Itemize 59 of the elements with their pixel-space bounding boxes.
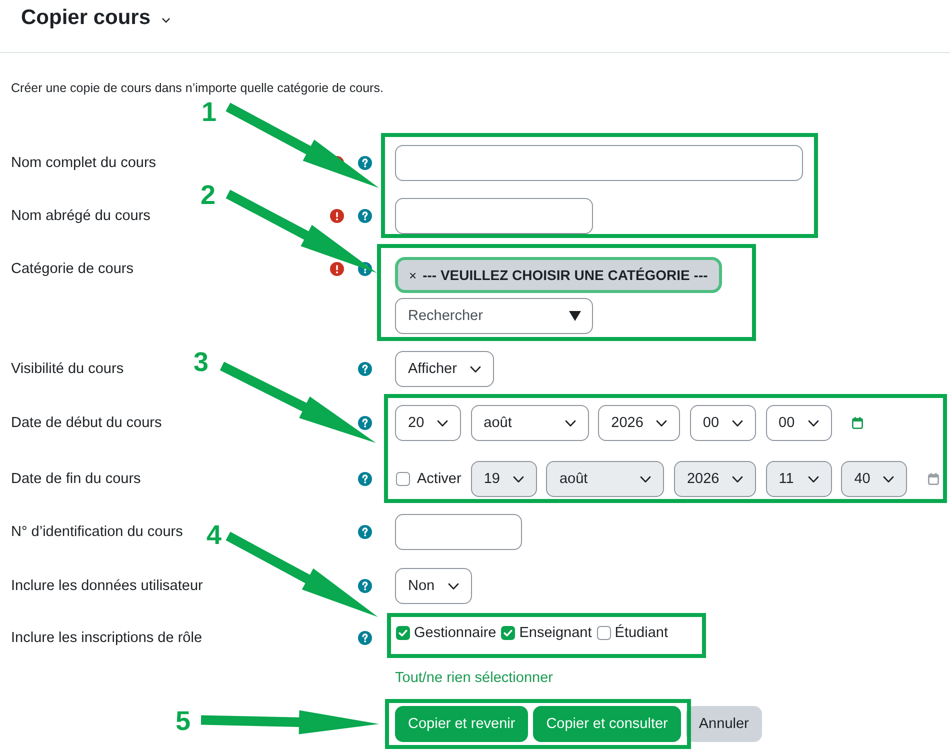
step-number: 5 <box>175 706 191 736</box>
dropdown[interactable]: août <box>470 405 589 441</box>
help-icon[interactable] <box>358 362 372 376</box>
cancel-button[interactable]: Annuler <box>686 706 762 742</box>
field-label: Date de fin du cours <box>11 470 141 489</box>
chevron-down-icon <box>732 476 744 482</box>
chevron-down-icon <box>732 420 744 426</box>
checkbox[interactable] <box>396 626 410 640</box>
step-number: 2 <box>200 180 216 210</box>
text-input[interactable] <box>395 198 593 234</box>
intro-text: Créer une copie de cours dans n’importe quelle catégorie de cours. <box>11 80 384 96</box>
dropdown[interactable]: 00 <box>766 405 832 441</box>
dropdown[interactable]: 2026 <box>598 405 680 441</box>
checkbox[interactable] <box>501 626 516 640</box>
search-field[interactable]: Rechercher <box>395 298 593 334</box>
caret-down-icon[interactable] <box>569 311 581 321</box>
step-number: 3 <box>193 347 209 377</box>
dropdown[interactable]: 00 <box>690 405 756 441</box>
text-input[interactable] <box>395 145 803 181</box>
chevron-down-icon <box>512 476 524 482</box>
help-icon[interactable] <box>358 631 372 645</box>
field-label: N° d’identification du cours <box>11 523 183 542</box>
checkbox-label: Étudiant <box>614 625 668 641</box>
chevron-down-icon <box>448 582 459 590</box>
field-label: Inclure les inscriptions de rôle <box>11 629 202 648</box>
chevron-down-icon <box>808 420 819 426</box>
chevron-down-icon[interactable] <box>162 18 170 23</box>
help-icon[interactable] <box>358 156 372 170</box>
step-number: 1 <box>201 97 217 127</box>
chevron-down-icon <box>883 476 894 482</box>
checkbox-label: Enseignant <box>519 625 592 641</box>
help-icon[interactable] <box>358 579 372 593</box>
field-label: Nom complet du cours <box>11 154 156 173</box>
checkbox[interactable] <box>596 626 611 640</box>
checkbox-label: Gestionnaire <box>414 625 496 641</box>
select-all-link[interactable]: Tout/ne rien sélectionner <box>395 668 553 688</box>
chevron-down-icon <box>656 420 668 426</box>
chevron-down-icon <box>808 476 819 482</box>
field-label: Catégorie de cours <box>11 260 134 279</box>
dropdown[interactable]: 20 <box>395 405 462 441</box>
checkbox-label: Activer <box>417 471 462 487</box>
text-input[interactable] <box>395 514 522 550</box>
dropdown[interactable]: Afficher <box>395 351 494 387</box>
dropdown[interactable]: Non <box>395 568 472 604</box>
step-number: 4 <box>206 520 222 550</box>
page-title: Copier cours <box>21 5 151 31</box>
field-label: Inclure les données utilisateur <box>11 577 203 596</box>
field-label: Visibilité du cours <box>11 360 124 379</box>
chevron-down-icon <box>437 420 448 426</box>
field-label: Date de début du cours <box>11 414 162 433</box>
chevron-down-icon <box>564 420 576 426</box>
selection-tag[interactable]: × --- VEUILLEZ CHOISIR UNE CATÉGORIE --- <box>395 257 722 293</box>
field-label: Nom abrégé du cours <box>11 207 150 226</box>
chevron-down-icon <box>470 366 481 372</box>
help-icon[interactable] <box>358 525 372 539</box>
help-icon[interactable] <box>358 209 372 223</box>
chevron-down-icon <box>640 476 652 482</box>
calendar-icon[interactable] <box>852 417 864 429</box>
help-icon[interactable] <box>358 416 372 430</box>
